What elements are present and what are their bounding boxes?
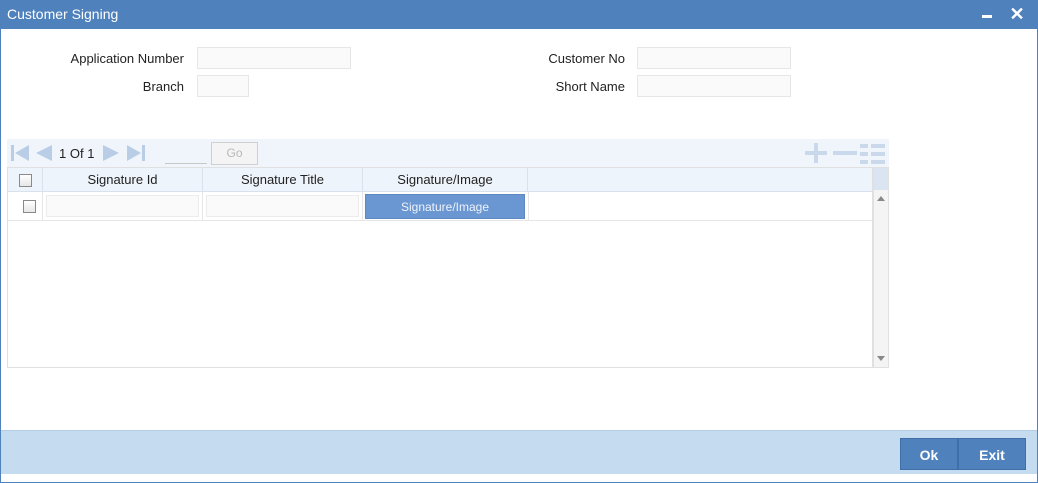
next-page-icon[interactable] bbox=[101, 143, 123, 163]
pager-current: 1 bbox=[59, 146, 67, 161]
single-view-icon[interactable] bbox=[860, 143, 886, 165]
signature-grid: 1 Of 1 Go Signature Id Signature Title S… bbox=[7, 139, 889, 368]
page-number-input[interactable] bbox=[165, 144, 207, 164]
select-all-cell bbox=[8, 168, 43, 192]
previous-page-icon[interactable] bbox=[32, 143, 54, 163]
column-divider bbox=[528, 192, 529, 221]
row-checkbox[interactable] bbox=[23, 200, 36, 213]
go-button[interactable]: Go bbox=[211, 142, 258, 165]
customer-signing-window: Customer Signing ✕ Application Number Cu… bbox=[0, 0, 1038, 483]
signature-title-cell bbox=[203, 192, 363, 221]
add-row-icon[interactable] bbox=[803, 143, 829, 163]
window-title: Customer Signing bbox=[7, 6, 119, 22]
signature-id-field[interactable] bbox=[46, 195, 199, 217]
signature-image-button[interactable]: Signature/Image bbox=[365, 194, 525, 219]
scroll-down-icon[interactable] bbox=[877, 356, 885, 361]
grid-header: Signature Id Signature Title Signature/I… bbox=[8, 168, 872, 192]
signature-title-field[interactable] bbox=[206, 195, 359, 217]
first-page-icon[interactable] bbox=[9, 143, 31, 163]
footer-bar: Ok Exit bbox=[1, 430, 1037, 474]
ok-button[interactable]: Ok bbox=[900, 438, 958, 470]
customer-no-label: Customer No bbox=[548, 51, 625, 66]
last-page-icon[interactable] bbox=[125, 143, 147, 163]
select-all-checkbox[interactable] bbox=[19, 174, 32, 187]
short-name-label: Short Name bbox=[555, 79, 625, 94]
row-select-cell bbox=[8, 192, 43, 221]
pager-total: 1 bbox=[87, 146, 95, 161]
minimize-icon[interactable] bbox=[977, 3, 997, 25]
pager-of: Of bbox=[69, 146, 84, 161]
scroll-up-icon[interactable] bbox=[877, 196, 885, 201]
application-number-label: Application Number bbox=[70, 51, 184, 66]
signature-id-cell bbox=[43, 192, 203, 221]
close-icon[interactable]: ✕ bbox=[1007, 3, 1027, 25]
header-signature-id[interactable]: Signature Id bbox=[43, 168, 203, 192]
pager-text: 1 Of 1 bbox=[59, 146, 94, 161]
customer-no-field[interactable] bbox=[637, 47, 791, 69]
grid-toolbar: 1 Of 1 Go bbox=[7, 139, 889, 167]
short-name-field[interactable] bbox=[637, 75, 791, 97]
application-number-field[interactable] bbox=[197, 47, 351, 69]
vertical-scrollbar[interactable] bbox=[873, 167, 889, 368]
scrollbar-header bbox=[874, 168, 888, 190]
delete-row-icon[interactable] bbox=[831, 143, 859, 163]
header-signature-image[interactable]: Signature/Image bbox=[363, 168, 528, 192]
branch-label: Branch bbox=[142, 79, 184, 94]
grid-table: Signature Id Signature Title Signature/I… bbox=[7, 167, 873, 368]
table-row: Signature/Image bbox=[8, 192, 872, 221]
branch-field[interactable] bbox=[197, 75, 249, 97]
header-signature-title[interactable]: Signature Title bbox=[203, 168, 363, 192]
exit-button[interactable]: Exit bbox=[958, 438, 1026, 470]
title-bar: Customer Signing ✕ bbox=[1, 1, 1037, 29]
